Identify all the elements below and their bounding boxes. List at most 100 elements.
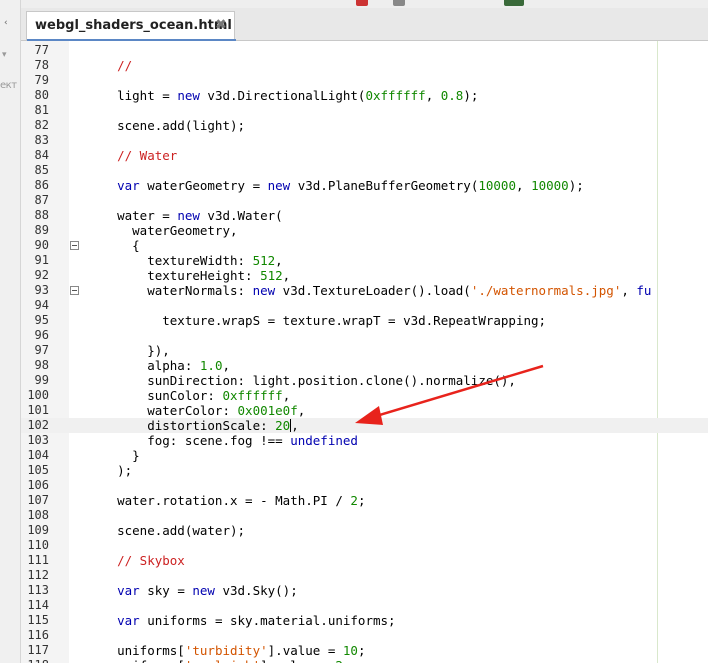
code-token: sunColor: [87,388,223,403]
code-line[interactable]: 94 [21,298,708,313]
code-line[interactable]: 89 waterGeometry, [21,223,708,238]
code-line[interactable]: 79 [21,73,708,88]
fold-toggle-icon[interactable] [70,241,79,250]
code-text: textureWidth: 512, [87,253,283,268]
code-line[interactable]: 93 waterNormals: new v3d.TextureLoader()… [21,283,708,298]
code-token: waterColor: [87,403,238,418]
code-token: 1.0 [199,358,223,373]
code-token: new [192,583,215,598]
code-line[interactable]: 109 scene.add(water); [21,523,708,538]
code-line[interactable]: 90 { [21,238,708,253]
code-line[interactable]: 97 }), [21,343,708,358]
line-number: 79 [34,73,49,87]
code-token: 512 [252,253,276,268]
code-line[interactable]: 77 [21,43,708,58]
code-line[interactable]: 116 [21,628,708,643]
code-line[interactable]: 88 water = new v3d.Water( [21,208,708,223]
code-text: textureHeight: 512, [87,268,290,283]
code-token: // [87,58,133,73]
code-token: , [282,268,291,283]
code-line[interactable]: 98 alpha: 1.0, [21,358,708,373]
toolbar-strip [0,0,708,8]
line-number: 85 [34,163,49,177]
code-line[interactable]: 87 [21,193,708,208]
line-number: 105 [27,463,49,477]
chevron-down-icon[interactable]: ▾ [2,50,7,60]
line-number: 104 [27,448,49,462]
code-line[interactable]: 101 waterColor: 0x001e0f, [21,403,708,418]
code-line[interactable]: 114 [21,598,708,613]
code-line[interactable]: 110 [21,538,708,553]
code-token: 0xffffff [365,88,426,103]
code-line[interactable]: 92 textureHeight: 512, [21,268,708,283]
code-token: ; [343,658,351,663]
toolbar-gray-icon[interactable] [393,0,405,6]
code-line[interactable]: 96 [21,328,708,343]
line-number: 80 [34,88,49,102]
code-token: ; [357,493,366,508]
code-line[interactable]: 86 var waterGeometry = new v3d.PlaneBuff… [21,178,708,193]
toolbar-green-icon[interactable] [504,0,524,6]
code-token: waterGeometry = [139,178,268,193]
code-text: waterNormals: new v3d.TextureLoader().lo… [87,283,651,298]
line-number: 111 [27,553,49,567]
code-line[interactable]: 83 [21,133,708,148]
line-number: 102 [27,418,49,432]
line-number: 99 [34,373,49,387]
code-token: , [297,403,306,418]
code-line[interactable]: 78 // [21,58,708,73]
code-line[interactable]: 80 light = new v3d.DirectionalLight(0xff… [21,88,708,103]
line-number: 106 [27,478,49,492]
code-line[interactable]: 103 fog: scene.fog !== undefined [21,433,708,448]
code-line[interactable]: 107 water.rotation.x = - Math.PI / 2; [21,493,708,508]
line-number: 86 [34,178,49,192]
code-token: uniforms[ [87,658,185,663]
code-line[interactable]: 85 [21,163,708,178]
code-text: scene.add(water); [87,523,245,538]
code-text: // Skybox [87,553,185,568]
code-line[interactable]: 112 [21,568,708,583]
code-editor[interactable]: 77 78 //79 80 light = new v3d.DirectionalL… [21,41,708,663]
toolbar-red-icon[interactable] [356,0,368,6]
code-line[interactable]: 118 uniforms['rayleigh'].value = 2; [21,658,708,663]
code-line[interactable]: 102 distortionScale: 20, [21,418,708,433]
code-line[interactable]: 108 [21,508,708,523]
code-line[interactable]: 117 uniforms['turbidity'].value = 10; [21,643,708,658]
code-text: uniforms['turbidity'].value = 10; [87,643,365,658]
code-token: ); [463,88,479,103]
line-number: 113 [27,583,49,597]
line-number: 84 [34,148,49,162]
code-line[interactable]: 104 } [21,448,708,463]
chevron-left-icon[interactable]: ‹ [4,18,8,28]
line-number: 87 [34,193,49,207]
code-token: var [117,613,140,628]
code-line[interactable]: 105 ); [21,463,708,478]
code-token: }), [87,343,170,358]
code-text: }), [87,343,170,358]
line-number: 94 [34,298,49,312]
code-line[interactable]: 95 texture.wrapS = texture.wrapT = v3d.R… [21,313,708,328]
code-line[interactable]: 84 // Water [21,148,708,163]
code-token: texture.wrapS = texture.wrapT = v3d.Repe… [87,313,547,328]
code-text: light = new v3d.DirectionalLight(0xfffff… [87,88,478,103]
code-line[interactable]: 113 var sky = new v3d.Sky(); [21,583,708,598]
close-icon[interactable]: ✖ [215,17,227,33]
code-line[interactable]: 81 [21,103,708,118]
code-token: , [516,178,532,193]
fold-toggle-icon[interactable] [70,286,79,295]
code-line[interactable]: 115 var uniforms = sky.material.uniforms… [21,613,708,628]
code-token: ].value = [260,658,335,663]
line-number: 78 [34,58,49,72]
code-token: 10000 [531,178,569,193]
code-line[interactable]: 100 sunColor: 0xffffff, [21,388,708,403]
code-line[interactable]: 99 sunDirection: light.position.clone().… [21,373,708,388]
code-line[interactable]: 106 [21,478,708,493]
code-token: sky = [139,583,193,598]
code-line[interactable]: 82 scene.add(light); [21,118,708,133]
code-line[interactable]: 111 // Skybox [21,553,708,568]
code-token: v3d.DirectionalLight( [199,88,366,103]
code-line[interactable]: 91 textureWidth: 512, [21,253,708,268]
code-token: , [275,253,283,268]
code-text: water = new v3d.Water( [87,208,283,223]
tab-webgl-shaders-ocean[interactable]: webgl_shaders_ocean.html ✖ [26,11,236,41]
